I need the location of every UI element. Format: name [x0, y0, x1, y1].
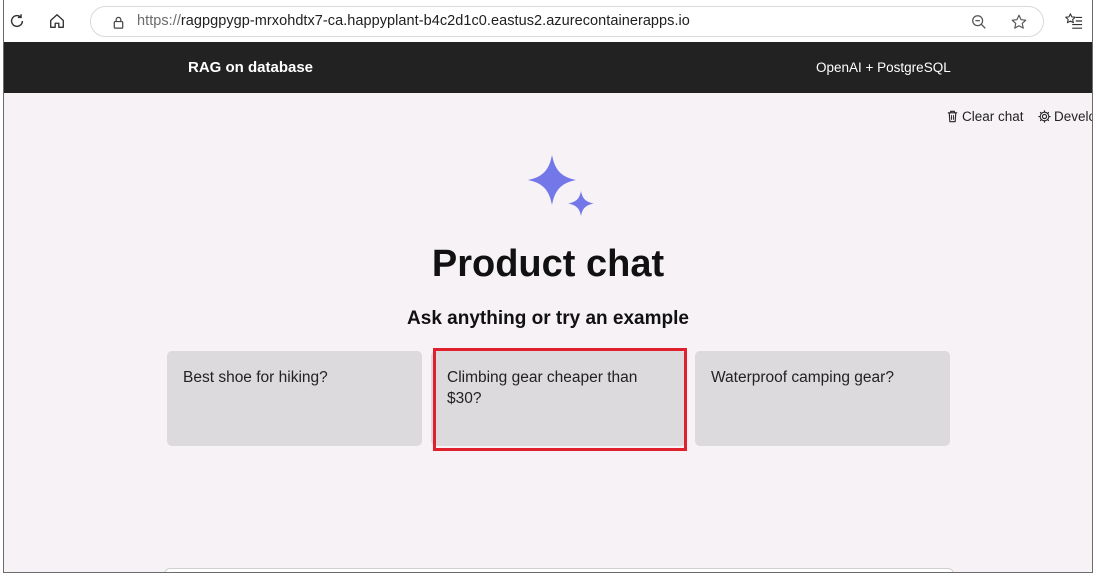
refresh-icon[interactable]	[4, 8, 30, 34]
sparkle-icon	[528, 155, 594, 216]
lock-icon[interactable]	[109, 13, 127, 31]
home-icon[interactable]	[44, 8, 70, 34]
developer-settings-button[interactable]: Develop	[1037, 109, 1092, 124]
chat-input-edge[interactable]	[164, 568, 954, 572]
browser-toolbar: https://ragpgpygp-mrxohdtx7-ca.happyplan…	[4, 0, 1092, 42]
example-button-waterproof-gear[interactable]: Waterproof camping gear?	[695, 351, 950, 446]
url-host: ragpgpygp-mrxohdtx7-ca.happyplant-b4c2d1…	[180, 13, 690, 29]
clear-chat-label: Clear chat	[962, 109, 1024, 124]
url-protocol: https://	[137, 13, 181, 29]
star-icon[interactable]	[1009, 12, 1029, 32]
example-button-climbing-gear[interactable]: Climbing gear cheaper than $30?	[431, 351, 686, 446]
favorites-list-icon[interactable]	[1060, 8, 1088, 34]
browser-window: https://ragpgpygp-mrxohdtx7-ca.happyplan…	[3, 0, 1093, 573]
app-header: RAG on database OpenAI + PostgreSQL	[4, 42, 1092, 93]
trash-icon	[947, 110, 958, 123]
app-title[interactable]: RAG on database	[188, 59, 313, 76]
zoom-out-icon[interactable]	[969, 12, 989, 32]
page-title: Product chat	[431, 243, 665, 285]
app-subtitle: OpenAI + PostgreSQL	[816, 60, 951, 75]
address-bar[interactable]: https://ragpgpygp-mrxohdtx7-ca.happyplan…	[90, 6, 1044, 37]
clear-chat-button[interactable]: Clear chat	[945, 109, 1024, 124]
url-text[interactable]: https://ragpgpygp-mrxohdtx7-ca.happyplan…	[137, 13, 690, 29]
page-subtitle: Ask anything or try an example	[407, 308, 689, 329]
chat-area: Clear chat Develop Product chat Ask anyt…	[4, 93, 1092, 572]
gear-icon	[1038, 110, 1051, 123]
example-button-hiking-shoe[interactable]: Best shoe for hiking?	[167, 351, 422, 446]
developer-settings-label: Develop	[1054, 109, 1092, 124]
